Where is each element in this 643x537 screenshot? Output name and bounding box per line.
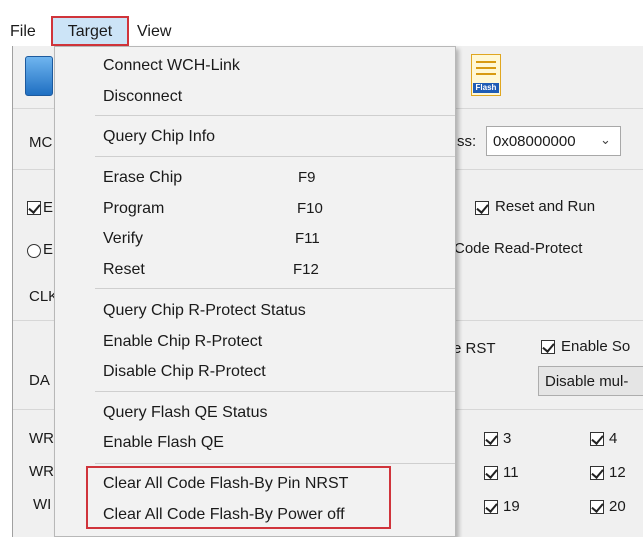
sector-checkbox[interactable] — [484, 432, 498, 446]
menu-item-erase-chip[interactable]: Erase Chip — [103, 165, 182, 191]
sector-checkbox[interactable] — [590, 500, 604, 514]
sector-label: 11 — [503, 464, 519, 481]
sector-checkbox[interactable] — [590, 432, 604, 446]
wr-label-1: WR — [29, 430, 54, 447]
mcu-label: MC — [29, 134, 53, 151]
option-checkbox[interactable] — [27, 201, 41, 215]
flash-icon[interactable]: Flash — [471, 54, 501, 96]
code-read-protect-label: Code Read-Protect — [454, 240, 583, 257]
highlight-box — [86, 466, 391, 529]
disable-mul-combo[interactable]: Disable mul- — [538, 366, 643, 396]
sector-checkbox[interactable] — [484, 500, 498, 514]
sector-label: 19 — [503, 498, 520, 515]
sector-label: 12 — [609, 464, 626, 481]
enable-so-label: Enable So — [561, 338, 631, 355]
disable-mul-value: Disable mul- — [545, 373, 629, 390]
sector-label: 20 — [609, 498, 626, 515]
da-label: DA — [29, 372, 50, 389]
erase-chip-shortcut: F9 — [298, 169, 316, 186]
sector-label: 4 — [609, 430, 618, 447]
reset-and-run-checkbox[interactable] — [475, 201, 489, 215]
book-icon[interactable] — [25, 56, 53, 96]
menu-item-verify[interactable]: Verify — [103, 226, 143, 252]
sector-checkbox[interactable] — [484, 466, 498, 480]
menu-separator — [95, 115, 455, 116]
address-label: ss: — [457, 133, 477, 150]
menu-item-disconnect[interactable]: Disconnect — [103, 84, 182, 110]
sector-checkbox[interactable] — [590, 466, 604, 480]
menu-bar: File Target View — [0, 16, 643, 46]
option-checkbox-label: E — [43, 199, 54, 216]
menu-item-disable-rprotect[interactable]: Disable Chip R-Protect — [103, 359, 266, 385]
sector-label: 3 — [503, 430, 512, 447]
flash-icon-label: Flash — [473, 83, 499, 93]
wr-label-3: WI — [33, 496, 52, 513]
menu-target[interactable]: Target — [51, 16, 129, 46]
verify-shortcut: F11 — [295, 230, 320, 247]
menu-separator — [95, 391, 455, 392]
menu-item-query-flash-qe[interactable]: Query Flash QE Status — [103, 400, 268, 426]
wr-label-2: WR — [29, 463, 54, 480]
chevron-down-icon: ⌄ — [600, 132, 611, 147]
menu-separator — [95, 288, 455, 289]
menu-item-program[interactable]: Program — [103, 196, 164, 222]
menu-file[interactable]: File — [10, 16, 36, 46]
menu-item-enable-flash-qe[interactable]: Enable Flash QE — [103, 430, 224, 456]
program-shortcut: F10 — [297, 200, 323, 217]
option-radio[interactable] — [27, 244, 41, 258]
menu-item-connect[interactable]: Connect WCH-Link — [103, 53, 240, 79]
reset-and-run-label: Reset and Run — [495, 198, 596, 215]
option-radio-label: E — [43, 241, 54, 258]
menu-item-query-chip-info[interactable]: Query Chip Info — [103, 124, 215, 150]
menu-view[interactable]: View — [137, 16, 171, 46]
address-combo[interactable]: 0x08000000 ⌄ — [486, 126, 621, 156]
menu-item-reset[interactable]: Reset — [103, 257, 145, 283]
menu-separator — [95, 156, 455, 157]
address-value: 0x08000000 — [493, 133, 576, 150]
menu-item-enable-rprotect[interactable]: Enable Chip R-Protect — [103, 329, 262, 355]
enable-so-checkbox[interactable] — [541, 340, 555, 354]
menu-item-query-rprotect[interactable]: Query Chip R-Protect Status — [103, 298, 306, 324]
target-dropdown-menu: Connect WCH-Link Disconnect Query Chip I… — [54, 46, 456, 537]
menu-separator — [95, 463, 455, 464]
rst-label: e RST — [453, 340, 496, 357]
reset-shortcut: F12 — [293, 261, 319, 278]
